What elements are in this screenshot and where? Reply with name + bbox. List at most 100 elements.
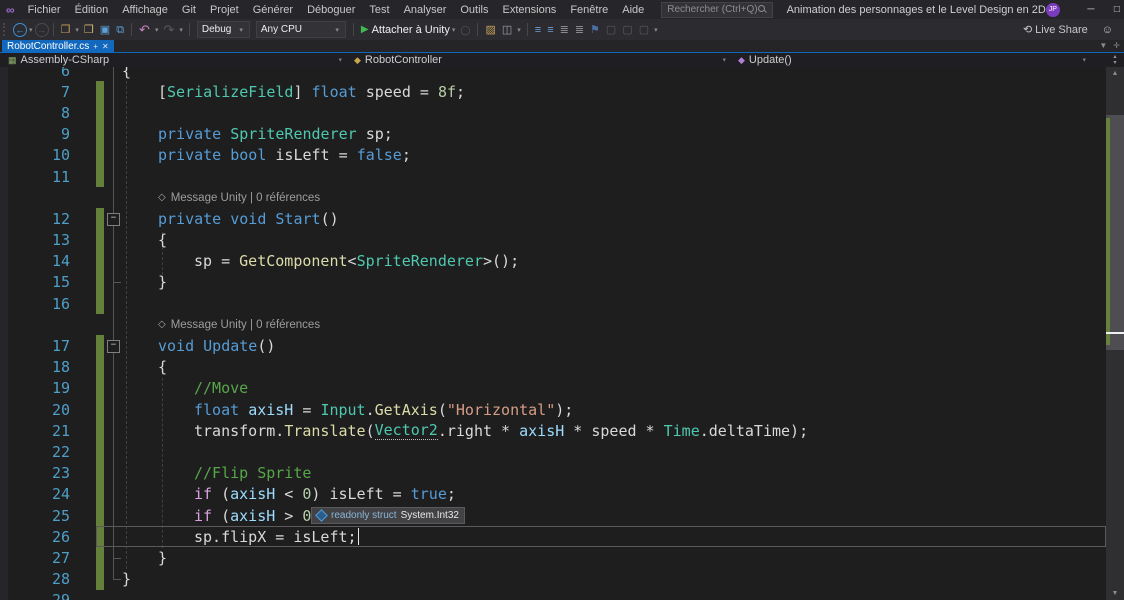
vertical-scrollbar[interactable]: ▲ ▼ (1106, 67, 1124, 600)
save-icon[interactable]: ▣ (100, 23, 110, 37)
live-share-button[interactable]: Live Share (1035, 24, 1088, 36)
menu-item-dition[interactable]: Édition (68, 4, 116, 16)
menu-item-affichage[interactable]: Affichage (115, 4, 175, 16)
tab-robotcontroller[interactable]: RobotController.cs + ✕ (2, 40, 114, 53)
collapse-region-box[interactable]: − (107, 213, 120, 226)
preview-window-icon[interactable]: ◫ (502, 23, 512, 37)
indent-decrease-icon[interactable]: ≡ (535, 23, 541, 37)
menu-item-fichier[interactable]: Fichier (21, 4, 68, 16)
menu-item-git[interactable]: Git (175, 4, 203, 16)
user-avatar[interactable]: JP (1046, 3, 1060, 17)
menu-item-gnrer[interactable]: Générer (246, 4, 300, 16)
tooltip-type: System.Int32 (401, 510, 459, 521)
change-tracking-bar (96, 399, 104, 420)
code-line-9[interactable]: 9private SpriteRenderer sp; (0, 124, 1106, 145)
new-project-dropdown-icon[interactable]: ▾ (75, 26, 79, 34)
code-editor[interactable]: 6{7[SerializeField] float speed = 8f;89p… (0, 67, 1124, 600)
code-line-19[interactable]: 19//Move (0, 378, 1106, 399)
code-line-12[interactable]: 12−private void Start() (0, 208, 1106, 229)
hot-reload-icon: ◯ (460, 23, 470, 37)
menu-item-fentre[interactable]: Fenêtre (563, 4, 615, 16)
code-line-6[interactable]: 6{ (0, 67, 1106, 81)
code-line-25[interactable]: 25if (axisH > 0) isLeft = false; (0, 505, 1106, 526)
code-line-29[interactable]: 29 (0, 590, 1106, 600)
menu-item-analyser[interactable]: Analyser (397, 4, 454, 16)
live-share-icon[interactable]: ⟲ (1023, 23, 1032, 37)
indent-increase-icon[interactable]: ≡ (547, 23, 553, 37)
change-tracking-bar (96, 208, 104, 229)
code-line-26[interactable]: 26sp.flipX = isLeft; (0, 526, 1106, 547)
split-editor-handle[interactable]: ▴▾ (1108, 54, 1122, 66)
breadcrumb-type[interactable]: ◆ RobotController ▾ (346, 53, 730, 67)
toolbar-grip[interactable] (3, 23, 9, 36)
code-rows[interactable]: 6{7[SerializeField] float speed = 8f;89p… (0, 67, 1106, 600)
code-line-7[interactable]: 7[SerializeField] float speed = 8f; (0, 81, 1106, 102)
attach-to-unity-button[interactable]: Attacher à Unity (372, 24, 450, 36)
undo-dropdown-icon[interactable]: ▾ (155, 26, 159, 34)
save-all-icon[interactable]: ⧉ (116, 23, 124, 37)
code-line-27[interactable]: 27} (0, 547, 1106, 568)
maximize-button[interactable]: □ (1104, 4, 1124, 15)
menu-item-extensions[interactable]: Extensions (496, 4, 564, 16)
navigate-back-dropdown-icon[interactable]: ▾ (29, 26, 33, 34)
pin-tab-icon[interactable]: + (93, 42, 98, 51)
scroll-up-icon[interactable]: ▲ (1106, 70, 1124, 77)
line-number: 21 (0, 422, 70, 440)
solution-configuration-select[interactable]: Debug ▾ (197, 21, 250, 38)
codelens-label[interactable]: ◇Message Unity | 0 références (158, 319, 320, 331)
solution-platform-select[interactable]: Any CPU ▾ (256, 21, 346, 38)
undo-icon[interactable]: ↶ (139, 23, 150, 37)
breadcrumb-project-label: Assembly-CSharp (21, 54, 110, 66)
show-all-files-icon[interactable]: ▨ (485, 23, 495, 37)
breadcrumb-project[interactable]: ▦ Assembly-CSharp ▾ (0, 53, 346, 67)
menu-item-outils[interactable]: Outils (453, 4, 495, 16)
code-line-15[interactable]: 15} (0, 272, 1106, 293)
codelens-row[interactable]: ◇Message Unity | 0 références (0, 314, 1106, 335)
menu-item-dboguer[interactable]: Déboguer (300, 4, 362, 16)
change-tracking-bar (96, 420, 104, 441)
change-tracking-bar (96, 357, 104, 378)
code-line-28[interactable]: 28} (0, 569, 1106, 590)
feedback-icon[interactable]: ☺ (1102, 23, 1113, 37)
change-tracking-bar (96, 526, 104, 547)
code-line-23[interactable]: 23//Flip Sprite (0, 463, 1106, 484)
code-line-17[interactable]: 17−void Update() (0, 335, 1106, 356)
breadcrumb-member[interactable]: ◆ Update() ▾ (730, 53, 1090, 67)
window-title: Animation des personnages et le Level De… (787, 4, 1046, 16)
code-line-16[interactable]: 16 (0, 293, 1106, 314)
bookmark-icon[interactable]: ⚑ (590, 23, 600, 37)
comment-lines-icon[interactable]: ≣ (560, 23, 569, 37)
menu-item-aide[interactable]: Aide (615, 4, 651, 16)
open-folder-icon[interactable]: ❒ (84, 23, 94, 37)
start-debug-play-icon[interactable]: ▶ (361, 23, 369, 37)
menu-item-test[interactable]: Test (362, 4, 396, 16)
scroll-down-icon[interactable]: ▼ (1106, 590, 1124, 597)
document-well-options-icon[interactable]: ✛ (1113, 41, 1120, 50)
codelens-row[interactable]: ◇Message Unity | 0 références (0, 187, 1106, 208)
attach-dropdown-icon[interactable]: ▾ (452, 26, 456, 34)
navigate-back-icon[interactable]: ← (13, 23, 27, 37)
code-line-11[interactable]: 11 (0, 166, 1106, 187)
toolbar-overflow-icon[interactable]: ▾ (654, 26, 658, 34)
close-tab-icon[interactable]: ✕ (102, 42, 109, 51)
code-line-14[interactable]: 14sp = GetComponent<SpriteRenderer>(); (0, 251, 1106, 272)
preview-dropdown-icon[interactable]: ▾ (517, 26, 521, 34)
collapse-region-box[interactable]: − (107, 340, 120, 353)
document-well-chevron-icon[interactable]: ▼ (1099, 41, 1107, 50)
code-line-10[interactable]: 10private bool isLeft = false; (0, 145, 1106, 166)
code-line-20[interactable]: 20float axisH = Input.GetAxis("Horizonta… (0, 399, 1106, 420)
code-line-13[interactable]: 13{ (0, 230, 1106, 251)
new-project-icon[interactable]: ❐ (61, 23, 71, 37)
code-line-18[interactable]: 18{ (0, 357, 1106, 378)
uncomment-lines-icon[interactable]: ≣ (575, 23, 584, 37)
unity-icon: ◇ (158, 192, 166, 203)
search-input[interactable]: Rechercher (Ctrl+Q) (661, 2, 772, 18)
code-line-24[interactable]: 24if (axisH < 0) isLeft = true; (0, 484, 1106, 505)
codelens-label[interactable]: ◇Message Unity | 0 références (158, 192, 320, 204)
code-line-8[interactable]: 8 (0, 102, 1106, 123)
code-line-22[interactable]: 22 (0, 441, 1106, 462)
menu-item-projet[interactable]: Projet (203, 4, 246, 16)
minimize-button[interactable]: ─ (1078, 4, 1104, 15)
change-tracking-bar (96, 569, 104, 590)
code-line-21[interactable]: 21transform.Translate(Vector2.right * ax… (0, 420, 1106, 441)
